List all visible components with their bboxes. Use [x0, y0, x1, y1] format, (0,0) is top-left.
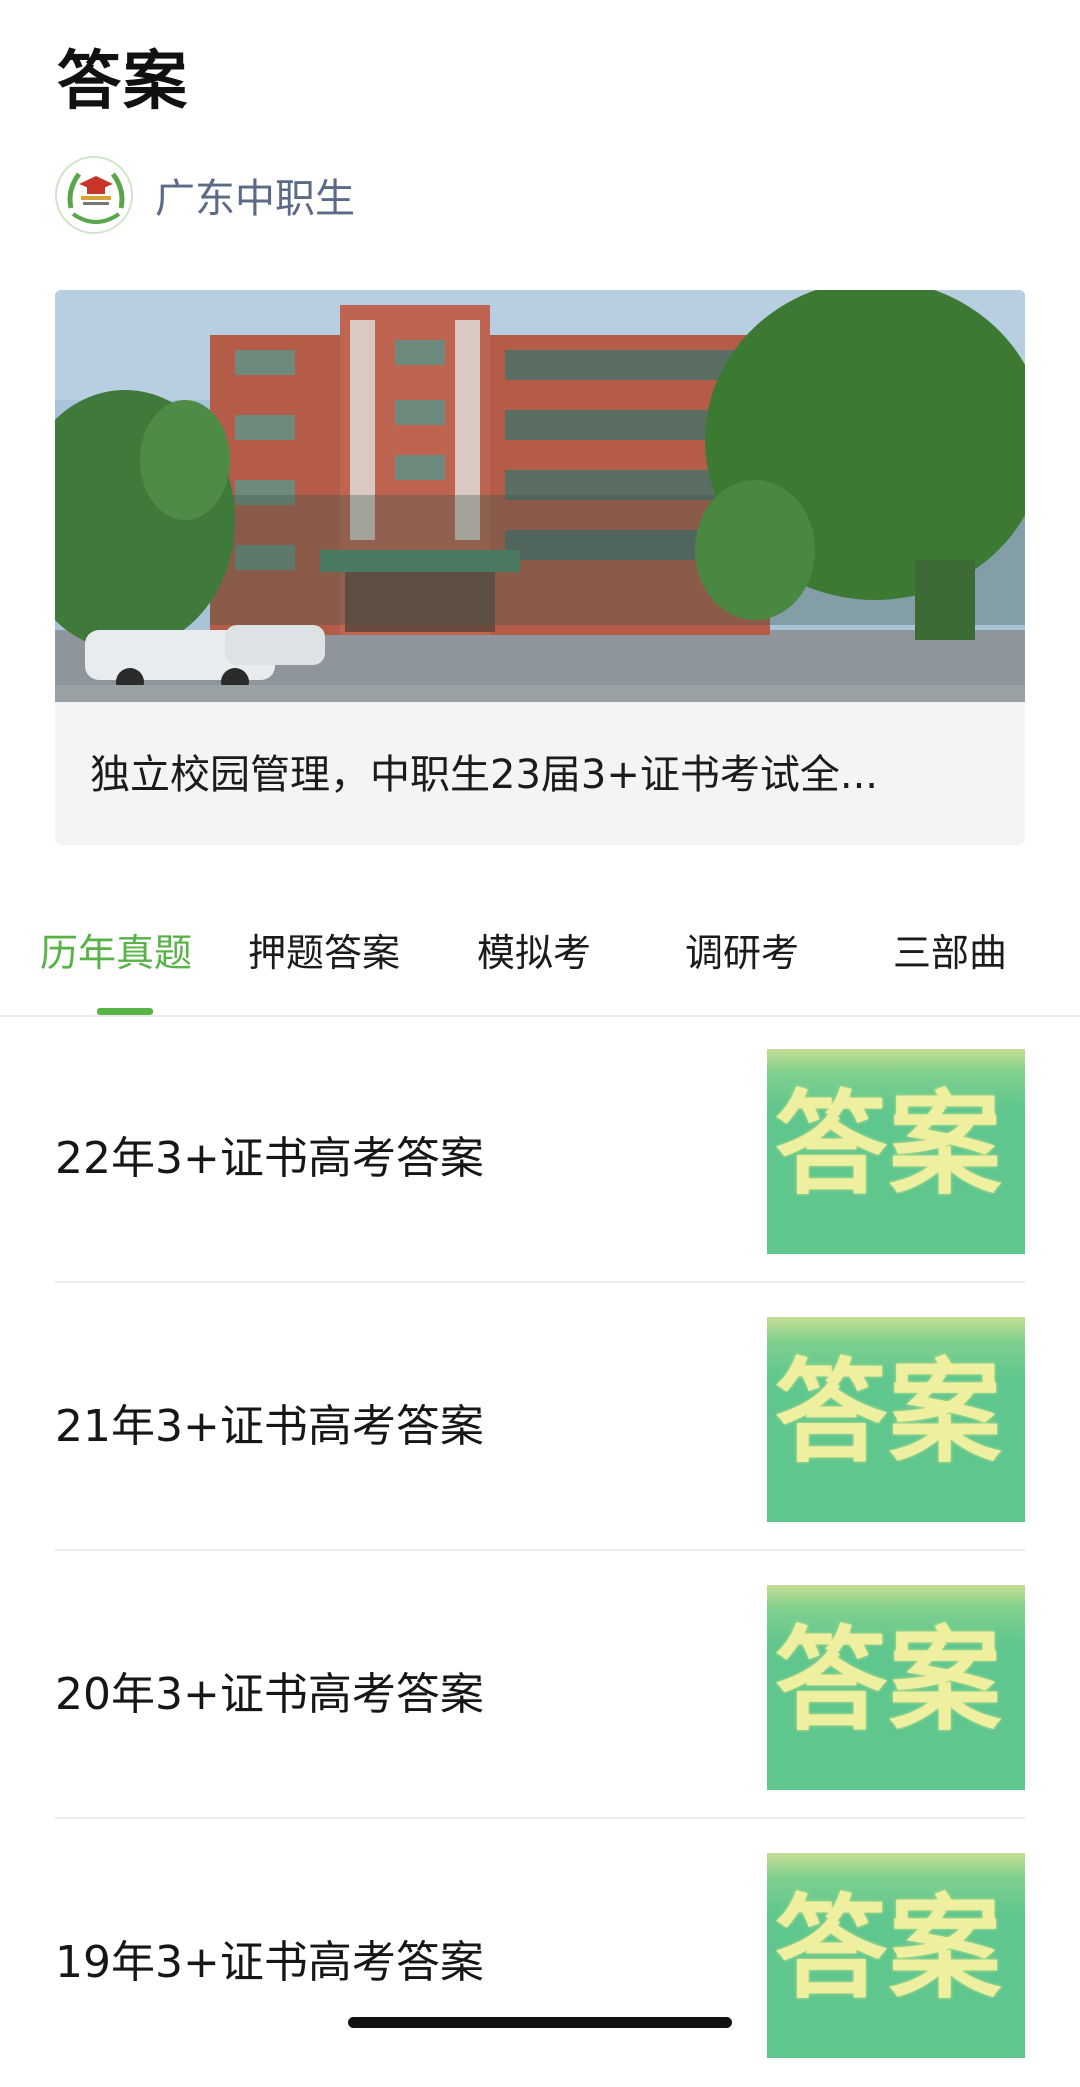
account-name[interactable]: 广东中职生: [155, 166, 355, 224]
thumbnail-text: 答案: [775, 1616, 1003, 1746]
article-title[interactable]: 20年3+证书高考答案: [55, 1658, 484, 1722]
tab-trilogy[interactable]: 三部曲: [893, 922, 1007, 977]
active-tab-indicator: [97, 1008, 153, 1015]
tab-bar: 历年真题 押题答案 模拟考 调研考 三部曲: [0, 900, 1080, 1017]
avatar[interactable]: [55, 156, 133, 234]
school-logo-icon: [60, 161, 131, 232]
list-item[interactable]: 21年3+证书高考答案 答案: [55, 1283, 1025, 1551]
tab-past-exams[interactable]: 历年真题: [40, 922, 192, 977]
thumbnail-text: 答案: [775, 1080, 1003, 1210]
banner-caption[interactable]: 独立校园管理，中职生23届3+证书考试全...: [90, 742, 990, 800]
article-thumbnail[interactable]: 答案: [767, 1853, 1025, 2058]
list-item[interactable]: 22年3+证书高考答案 答案: [55, 1015, 1025, 1283]
article-thumbnail[interactable]: 答案: [767, 1317, 1025, 1522]
article-title[interactable]: 21年3+证书高考答案: [55, 1390, 484, 1454]
tab-mock-exam[interactable]: 模拟考: [477, 922, 591, 977]
banner-image: [55, 290, 1025, 702]
page-title: 答案: [57, 45, 189, 119]
thumbnail-text: 答案: [775, 1884, 1003, 2014]
tab-predicted-answers[interactable]: 押题答案: [248, 922, 400, 977]
thumbnail-text: 答案: [775, 1348, 1003, 1478]
list-item[interactable]: 19年3+证书高考答案 答案: [55, 1819, 1025, 2087]
list-item[interactable]: 20年3+证书高考答案 答案: [55, 1551, 1025, 1819]
article-thumbnail[interactable]: 答案: [767, 1585, 1025, 1790]
account-row[interactable]: 广东中职生: [55, 156, 355, 234]
article-title[interactable]: 22年3+证书高考答案: [55, 1122, 484, 1186]
article-title[interactable]: 19年3+证书高考答案: [55, 1926, 484, 1990]
banner-card[interactable]: 独立校园管理，中职生23届3+证书考试全...: [55, 290, 1025, 845]
home-indicator[interactable]: [348, 2017, 732, 2028]
article-thumbnail[interactable]: 答案: [767, 1049, 1025, 1254]
tab-survey-exam[interactable]: 调研考: [685, 922, 799, 977]
